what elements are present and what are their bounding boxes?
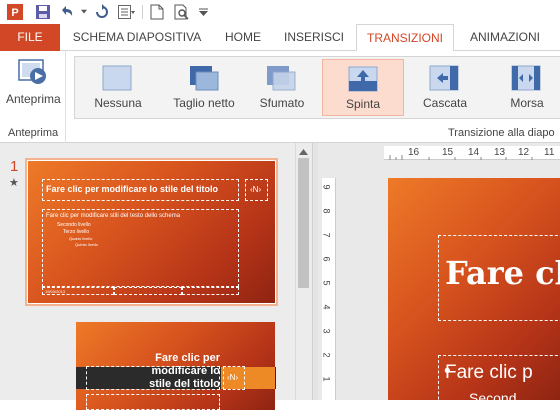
bullet-marker: • [444,361,451,382]
layout-icon[interactable] [114,0,140,24]
scroll-up-icon[interactable] [298,147,309,157]
qat-customize-icon[interactable] [195,0,211,24]
body-level-2: Secondo livello [57,222,91,228]
ruler-number: 3 [321,328,332,334]
slide-2-num-placeholder: ‹N› [227,373,239,382]
quick-access-toolbar: P [0,0,560,24]
transition-fade-icon [267,66,296,91]
body-placeholder [86,394,220,410]
transition-label: Sfumato [259,96,305,110]
preview-icon [18,59,46,84]
ruler-number: 1 [321,376,332,382]
tab-file[interactable]: FILE [0,24,60,51]
transitions-group-label: Transizione alla diapo [448,127,555,139]
body-level-1: Fare clic per modificare stili del testo… [46,213,181,219]
transition-cascata[interactable]: Cascata [406,59,484,116]
body-level-5: Quinto livello [75,242,98,247]
ribbon-tabs: FILE SCHEMA DIAPOSITIVA HOME INSERISCI T… [0,24,560,52]
transition-label: Spinta [345,97,381,111]
ruler-ticks [389,155,533,160]
transition-split-icon [511,65,541,91]
tab-schema-diapositiva[interactable]: SCHEMA DIAPOSITIVA [66,24,208,51]
transition-label: Taglio netto [173,96,235,110]
slide-number-placeholder: ‹N› [245,179,268,201]
slide-thumbnail-1[interactable]: Fare clic per modificare lo stile del ti… [25,158,278,306]
canvas-bullet: Fare clic p [445,362,533,383]
slide-canvas[interactable]: Fare cli Fare clic p Second • – [388,178,560,415]
slide-1-background: Fare clic per modificare lo stile del ti… [28,161,275,303]
slide-number: 1 [10,158,19,175]
transition-sfumato[interactable]: Sfumato [243,59,321,116]
tab-transizioni[interactable]: TRANSIZIONI [356,24,454,52]
preview-group-label: Anteprima [8,127,59,139]
ruler-number: 9 [321,184,332,190]
footer-placeholder [114,287,182,295]
tab-inserisci[interactable]: INSERISCI [278,24,350,51]
ruler-number: 4 [321,304,332,310]
body-level-4: Quarto livello [69,236,93,241]
transition-label: Morsa [510,96,544,110]
print-preview-icon[interactable] [169,0,195,24]
canvas-title: Fare cli [445,254,560,292]
repeat-icon[interactable] [90,0,114,24]
thumbnail-scrollbar-thumb[interactable] [298,158,309,288]
ribbon: Anteprima Anteprima Nessuna Taglio netto… [0,51,560,143]
powerpoint-app-icon[interactable]: P [0,0,30,24]
undo-dropdown-icon[interactable] [78,0,90,24]
preview-group: Anteprima Anteprima [0,51,66,143]
transition-none-icon [102,65,132,91]
body-placeholder: Fare clic per modificare stili del testo… [42,209,239,287]
vertical-ruler: 9 8 7 6 5 4 3 2 1 [322,178,336,400]
ruler-number: 8 [321,208,332,214]
horizontal-ruler: 16 15 14 13 12 11 [384,146,560,160]
transition-label: Cascata [422,96,468,110]
preview-button[interactable] [18,59,48,90]
ruler-number: 2 [321,352,332,358]
slide-1-num-placeholder: ‹N› [250,185,262,194]
transition-nessuna[interactable]: Nessuna [79,59,157,116]
title-placeholder: Fare clic per modificare lo stile del ti… [42,179,239,201]
canvas-body-placeholder[interactable]: Fare clic p Second [438,355,560,415]
page-number-placeholder [182,287,239,295]
slide-2-title: Fare clic per modificare lo stile del ti… [149,352,220,390]
transition-star-icon: ★ [9,177,19,189]
transition-taglio-netto[interactable]: Taglio netto [161,59,247,116]
undo-icon[interactable] [56,0,78,24]
transition-push-icon [348,66,378,92]
ruler-number: 7 [321,232,332,238]
tab-home[interactable]: HOME [214,24,272,51]
slide-1-title: Fare clic per modificare lo stile del ti… [46,184,219,194]
new-icon[interactable] [145,0,169,24]
tab-animazioni[interactable]: ANIMAZIONI [460,24,550,51]
slide-number-placeholder: ‹N› [223,366,245,390]
transition-cut-icon [190,66,219,91]
body-level-3: Terzo livello [63,229,90,235]
transition-cascade-icon [429,65,459,91]
ruler-number: 5 [321,280,332,286]
sub-bullet-marker: – [458,391,466,407]
transition-gallery: Nessuna Taglio netto Sfumato Spinta Casc… [74,56,560,119]
preview-button-label[interactable]: Anteprima [6,92,61,106]
transition-label: Nessuna [94,96,142,110]
canvas-sub-bullet: Second [469,390,517,406]
ruler-number: 6 [321,256,332,262]
transition-morsa[interactable]: Morsa [488,59,560,116]
canvas-title-placeholder[interactable]: Fare cli [438,235,560,321]
slide-thumbnail-2[interactable]: Fare clic per modificare lo stile del ti… [76,322,276,410]
save-icon[interactable] [30,0,56,24]
date-placeholder: 19/03/2013 [42,287,114,295]
transition-spinta[interactable]: Spinta [322,59,404,116]
svg-text:P: P [11,7,18,19]
slide-1-date: 19/03/2013 [45,289,66,294]
